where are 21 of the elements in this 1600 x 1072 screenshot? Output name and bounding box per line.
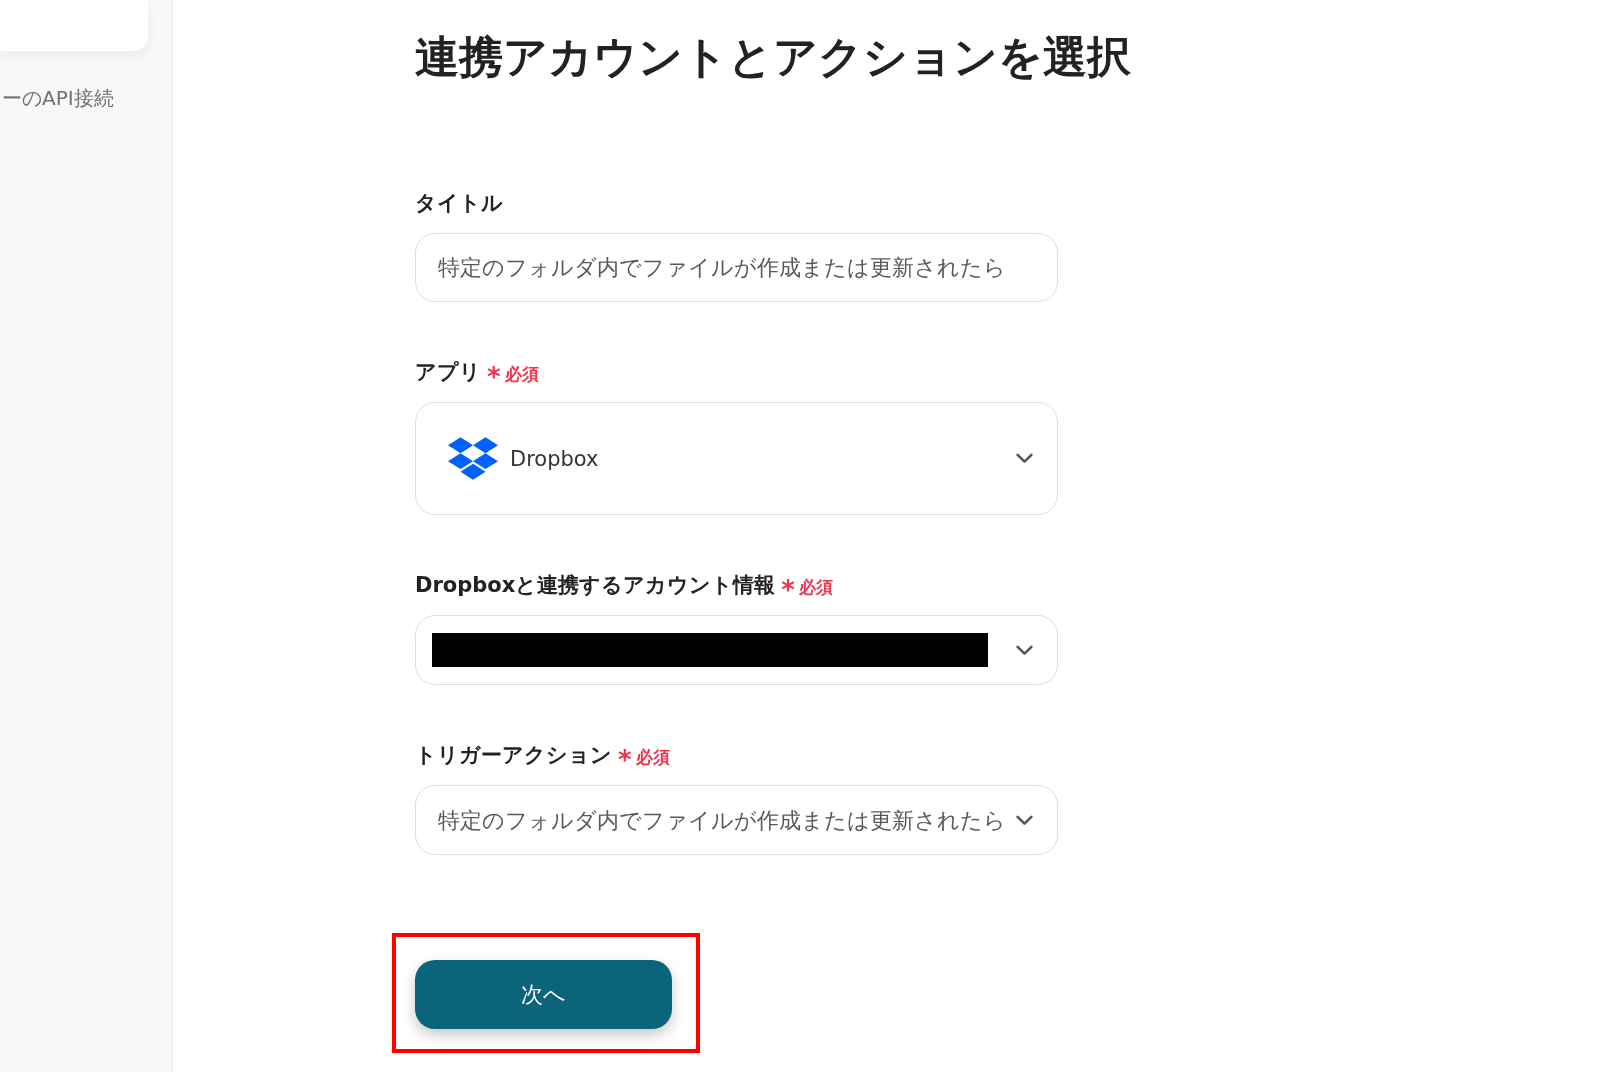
required-label: 必須 [798, 576, 833, 599]
sidebar-item[interactable]: ーのAPI接続 [0, 84, 114, 112]
account-select[interactable] [415, 615, 1058, 685]
title-input[interactable]: 特定のフォルダ内でファイルが作成または更新されたら [415, 233, 1058, 302]
required-asterisk: * [618, 750, 632, 770]
diamonds-logo-icon [448, 437, 498, 480]
page-title: 連携アカウントとアクションを選択 [415, 30, 1132, 84]
next-button[interactable]: 次へ [415, 960, 672, 1029]
action-select[interactable]: 特定のフォルダ内でファイルが作成または更新されたら [415, 785, 1058, 855]
field-label: アプリ [415, 359, 481, 386]
chevron-down-icon [1016, 644, 1033, 656]
field-label: トリガーアクション [415, 742, 612, 769]
chevron-down-icon [1016, 453, 1033, 464]
chevron-down-icon [1016, 814, 1033, 826]
field-label: タイトル [415, 190, 503, 217]
required-label: 必須 [504, 363, 539, 386]
app-select[interactable]: Dropbox [415, 402, 1058, 515]
required-asterisk: * [487, 367, 501, 387]
required-label: 必須 [635, 746, 670, 769]
field-label: Dropboxと連携するアカウント情報 [415, 572, 776, 599]
required-asterisk: * [781, 580, 795, 600]
